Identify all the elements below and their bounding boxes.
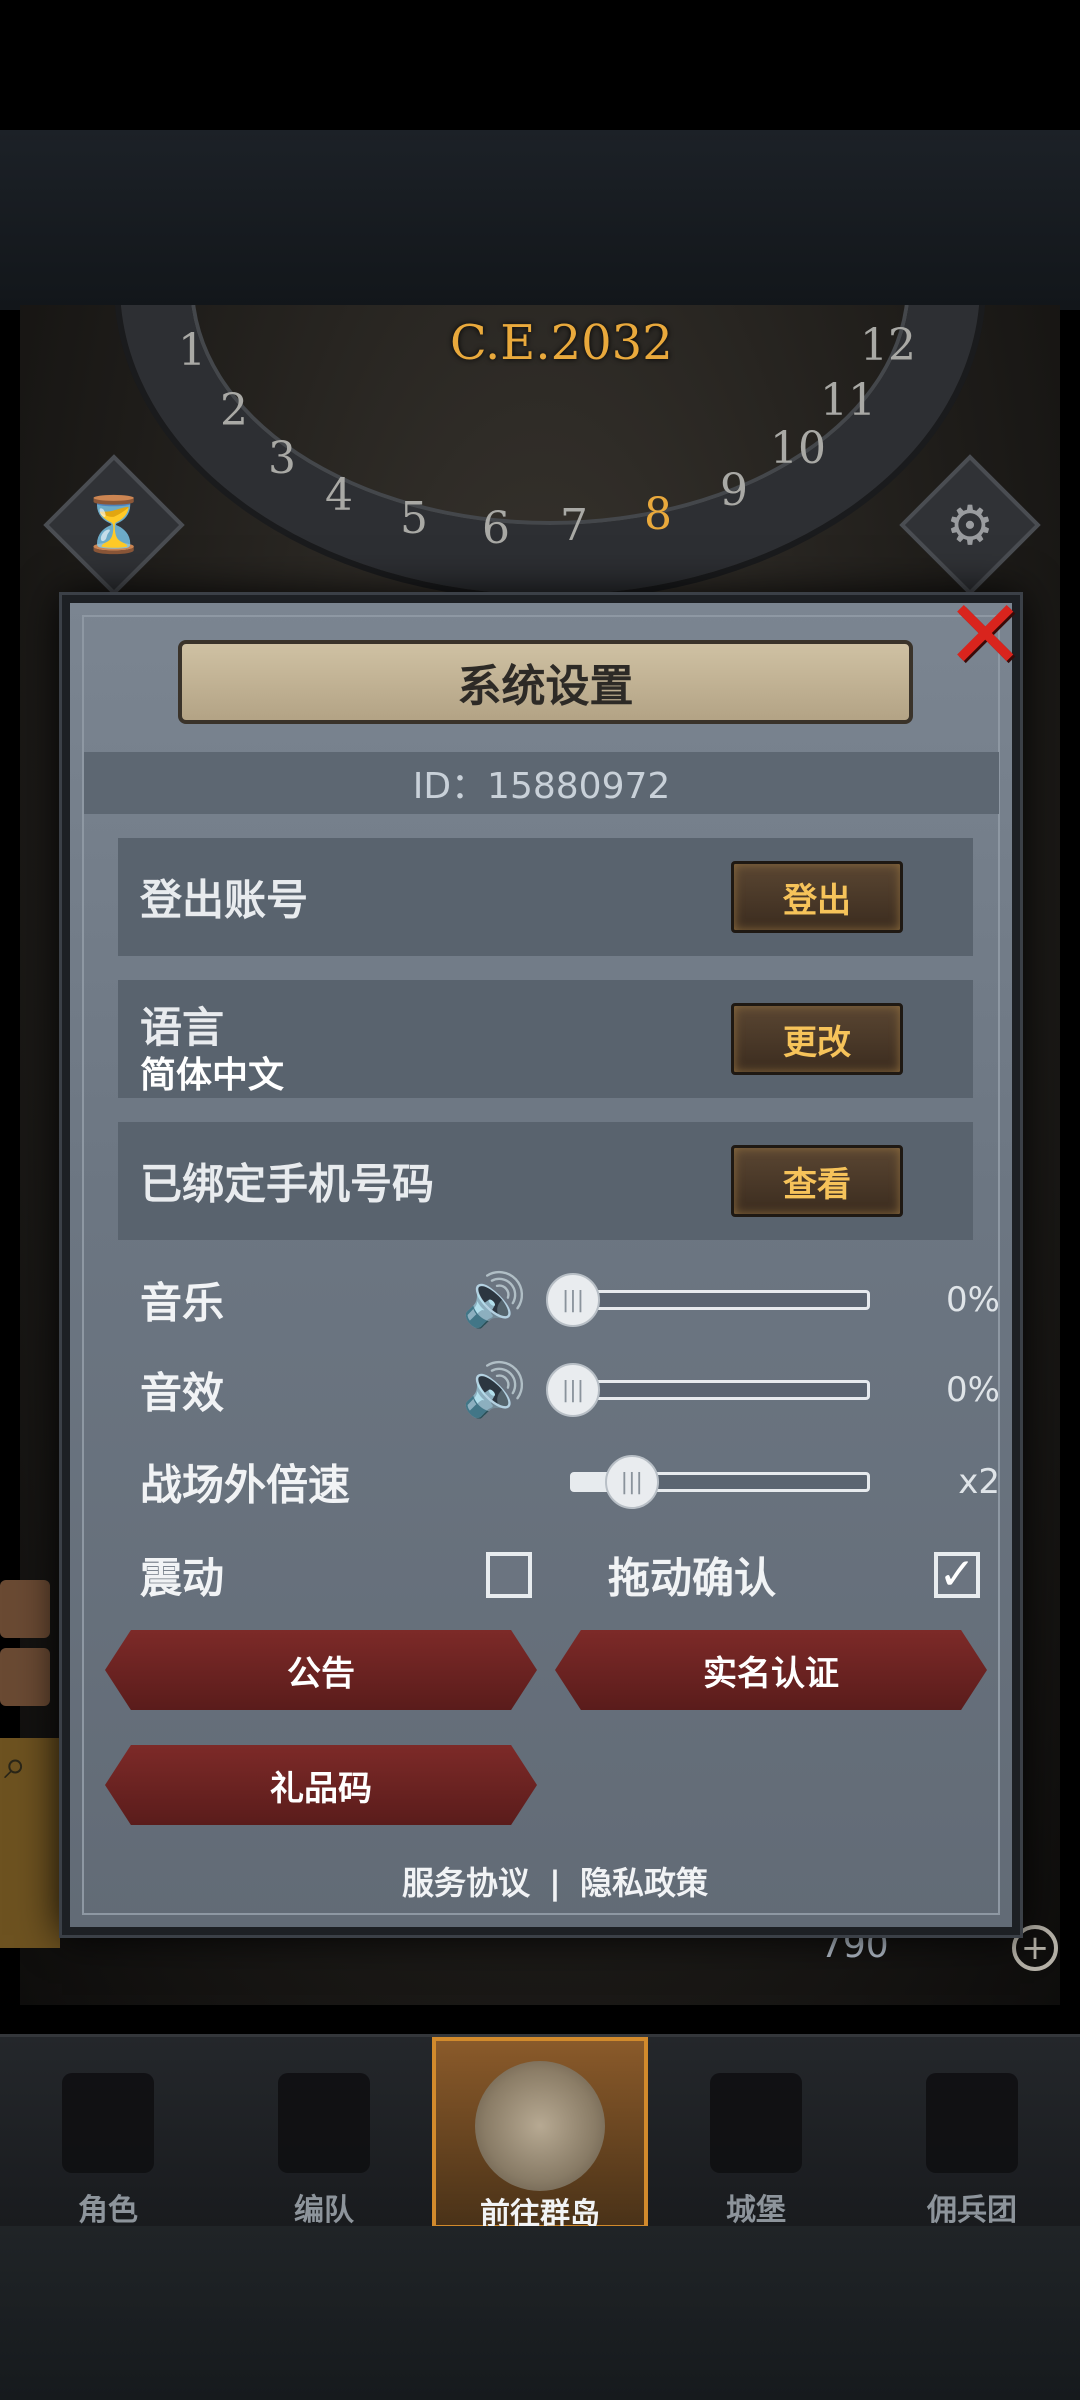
language-value: 简体中文 [140, 1055, 285, 1096]
logout-button[interactable]: 登出 [731, 861, 903, 933]
vibration-label: 震动 [140, 1553, 225, 1603]
sfx-slider[interactable]: ||| [546, 1363, 870, 1417]
hourglass-icon: ⏳ [80, 493, 148, 556]
drag-confirm-checkbox[interactable]: ✓ [934, 1552, 980, 1598]
modal-title: 系统设置 [457, 661, 634, 712]
settings-button[interactable]: ⚙ [899, 454, 1041, 596]
close-icon[interactable]: ✕ [945, 587, 1025, 683]
dial-number: 12 [860, 320, 916, 371]
nav-label: 城堡 [726, 2193, 786, 2228]
vibration-checkbox[interactable] [486, 1552, 532, 1598]
service-agreement-link[interactable]: 服务协议 [402, 1864, 530, 1902]
bottom-band [0, 2226, 1080, 2400]
nav-item-mercenary[interactable]: 佣兵团 [864, 2037, 1080, 2229]
music-percent: 0% [946, 1280, 1000, 1320]
dial-number: 1 [178, 325, 206, 376]
knight-icon [62, 2073, 154, 2173]
phone-row: 已绑定手机号码 查看 [118, 1122, 973, 1240]
nav-label: 佣兵团 [927, 2193, 1017, 2228]
footer-separator: | [549, 1864, 561, 1902]
music-slider-knob[interactable]: ||| [546, 1273, 600, 1327]
top-band [0, 130, 1080, 310]
speed-slider-knob[interactable]: ||| [604, 1455, 659, 1509]
footer-links: 服务协议 | 隐私政策 [398, 1858, 712, 1904]
search-icon: ⌕ [4, 1742, 27, 1788]
notice-button[interactable]: 公告 [105, 1630, 537, 1710]
music-row: 音乐 🔊 ||| 0% [140, 1265, 1000, 1335]
realname-button[interactable]: 实名认证 [555, 1630, 987, 1710]
privacy-policy-link[interactable]: 隐私政策 [580, 1864, 708, 1902]
dial-number: 2 [220, 385, 248, 436]
dial-number: 9 [720, 465, 748, 516]
dial-number: 10 [770, 423, 826, 474]
phone-label: 已绑定手机号码 [140, 1159, 435, 1209]
nav-item-formation[interactable]: 编队 [216, 2037, 432, 2229]
hourglass-button[interactable]: ⏳ [43, 454, 185, 596]
nav-item-castle[interactable]: 城堡 [648, 2037, 864, 2229]
nav-item-character[interactable]: 角色 [0, 2037, 216, 2229]
speed-label: 战场外倍速 [140, 1460, 351, 1510]
nav-item-islands[interactable]: 前往群岛 [432, 2037, 648, 2232]
music-label: 音乐 [140, 1278, 225, 1328]
castle-icon [710, 2073, 802, 2173]
change-language-button[interactable]: 更改 [731, 1003, 903, 1075]
drag-confirm-row: 拖动确认 ✓ [608, 1540, 988, 1610]
status-bar-area [0, 0, 1080, 130]
dial-number: 4 [325, 470, 353, 521]
mercenary-icon [926, 2073, 1018, 2173]
dial-number: 3 [268, 433, 296, 484]
helmet-icon [278, 2073, 370, 2173]
sfx-percent: 0% [946, 1370, 1000, 1410]
view-phone-button[interactable]: 查看 [731, 1145, 903, 1217]
drag-confirm-label: 拖动确认 [608, 1553, 777, 1603]
nav-label: 编队 [294, 2193, 354, 2228]
sfx-row: 音效 🔊 ||| 0% [140, 1355, 1000, 1425]
dial-number: 6 [482, 503, 510, 554]
era-label: C.E.2032 [450, 315, 673, 371]
speed-row: 战场外倍速 ||| x2 [140, 1447, 1000, 1517]
globe-icon [475, 2061, 605, 2191]
logout-label: 登出账号 [140, 875, 309, 925]
music-slider[interactable]: ||| [546, 1273, 870, 1327]
vibration-row: 震动 [140, 1540, 560, 1610]
nav-label: 角色 [78, 2193, 138, 2228]
logout-row: 登出账号 登出 [118, 838, 973, 956]
bottom-navigation: 角色 编队 前往群岛 城堡 佣兵团 [0, 2034, 1080, 2232]
search-strip[interactable]: ⌕ [0, 1738, 60, 1948]
dial-number-active: 8 [644, 489, 672, 540]
left-side-icons [0, 1580, 60, 1716]
dial-number: 11 [820, 375, 876, 426]
speed-value: x2 [958, 1462, 1000, 1502]
dial-number: 7 [560, 500, 588, 551]
gift-code-button[interactable]: 礼品码 [105, 1745, 537, 1825]
scroll-icon[interactable] [0, 1580, 50, 1638]
sfx-label: 音效 [140, 1368, 225, 1418]
gear-icon: ⚙ [945, 493, 995, 557]
dial-number: 5 [400, 493, 428, 544]
speed-slider[interactable]: ||| [570, 1455, 870, 1509]
sfx-slider-knob[interactable]: ||| [546, 1363, 600, 1417]
language-row: 语言 简体中文 更改 [118, 980, 973, 1098]
speaker-icon[interactable]: 🔊 [462, 1360, 527, 1421]
speaker-icon[interactable]: 🔊 [462, 1270, 527, 1331]
quest-icon[interactable] [0, 1648, 50, 1706]
modal-title-plate: 系统设置 [178, 640, 913, 724]
user-id: ID：15880972 [84, 752, 999, 814]
